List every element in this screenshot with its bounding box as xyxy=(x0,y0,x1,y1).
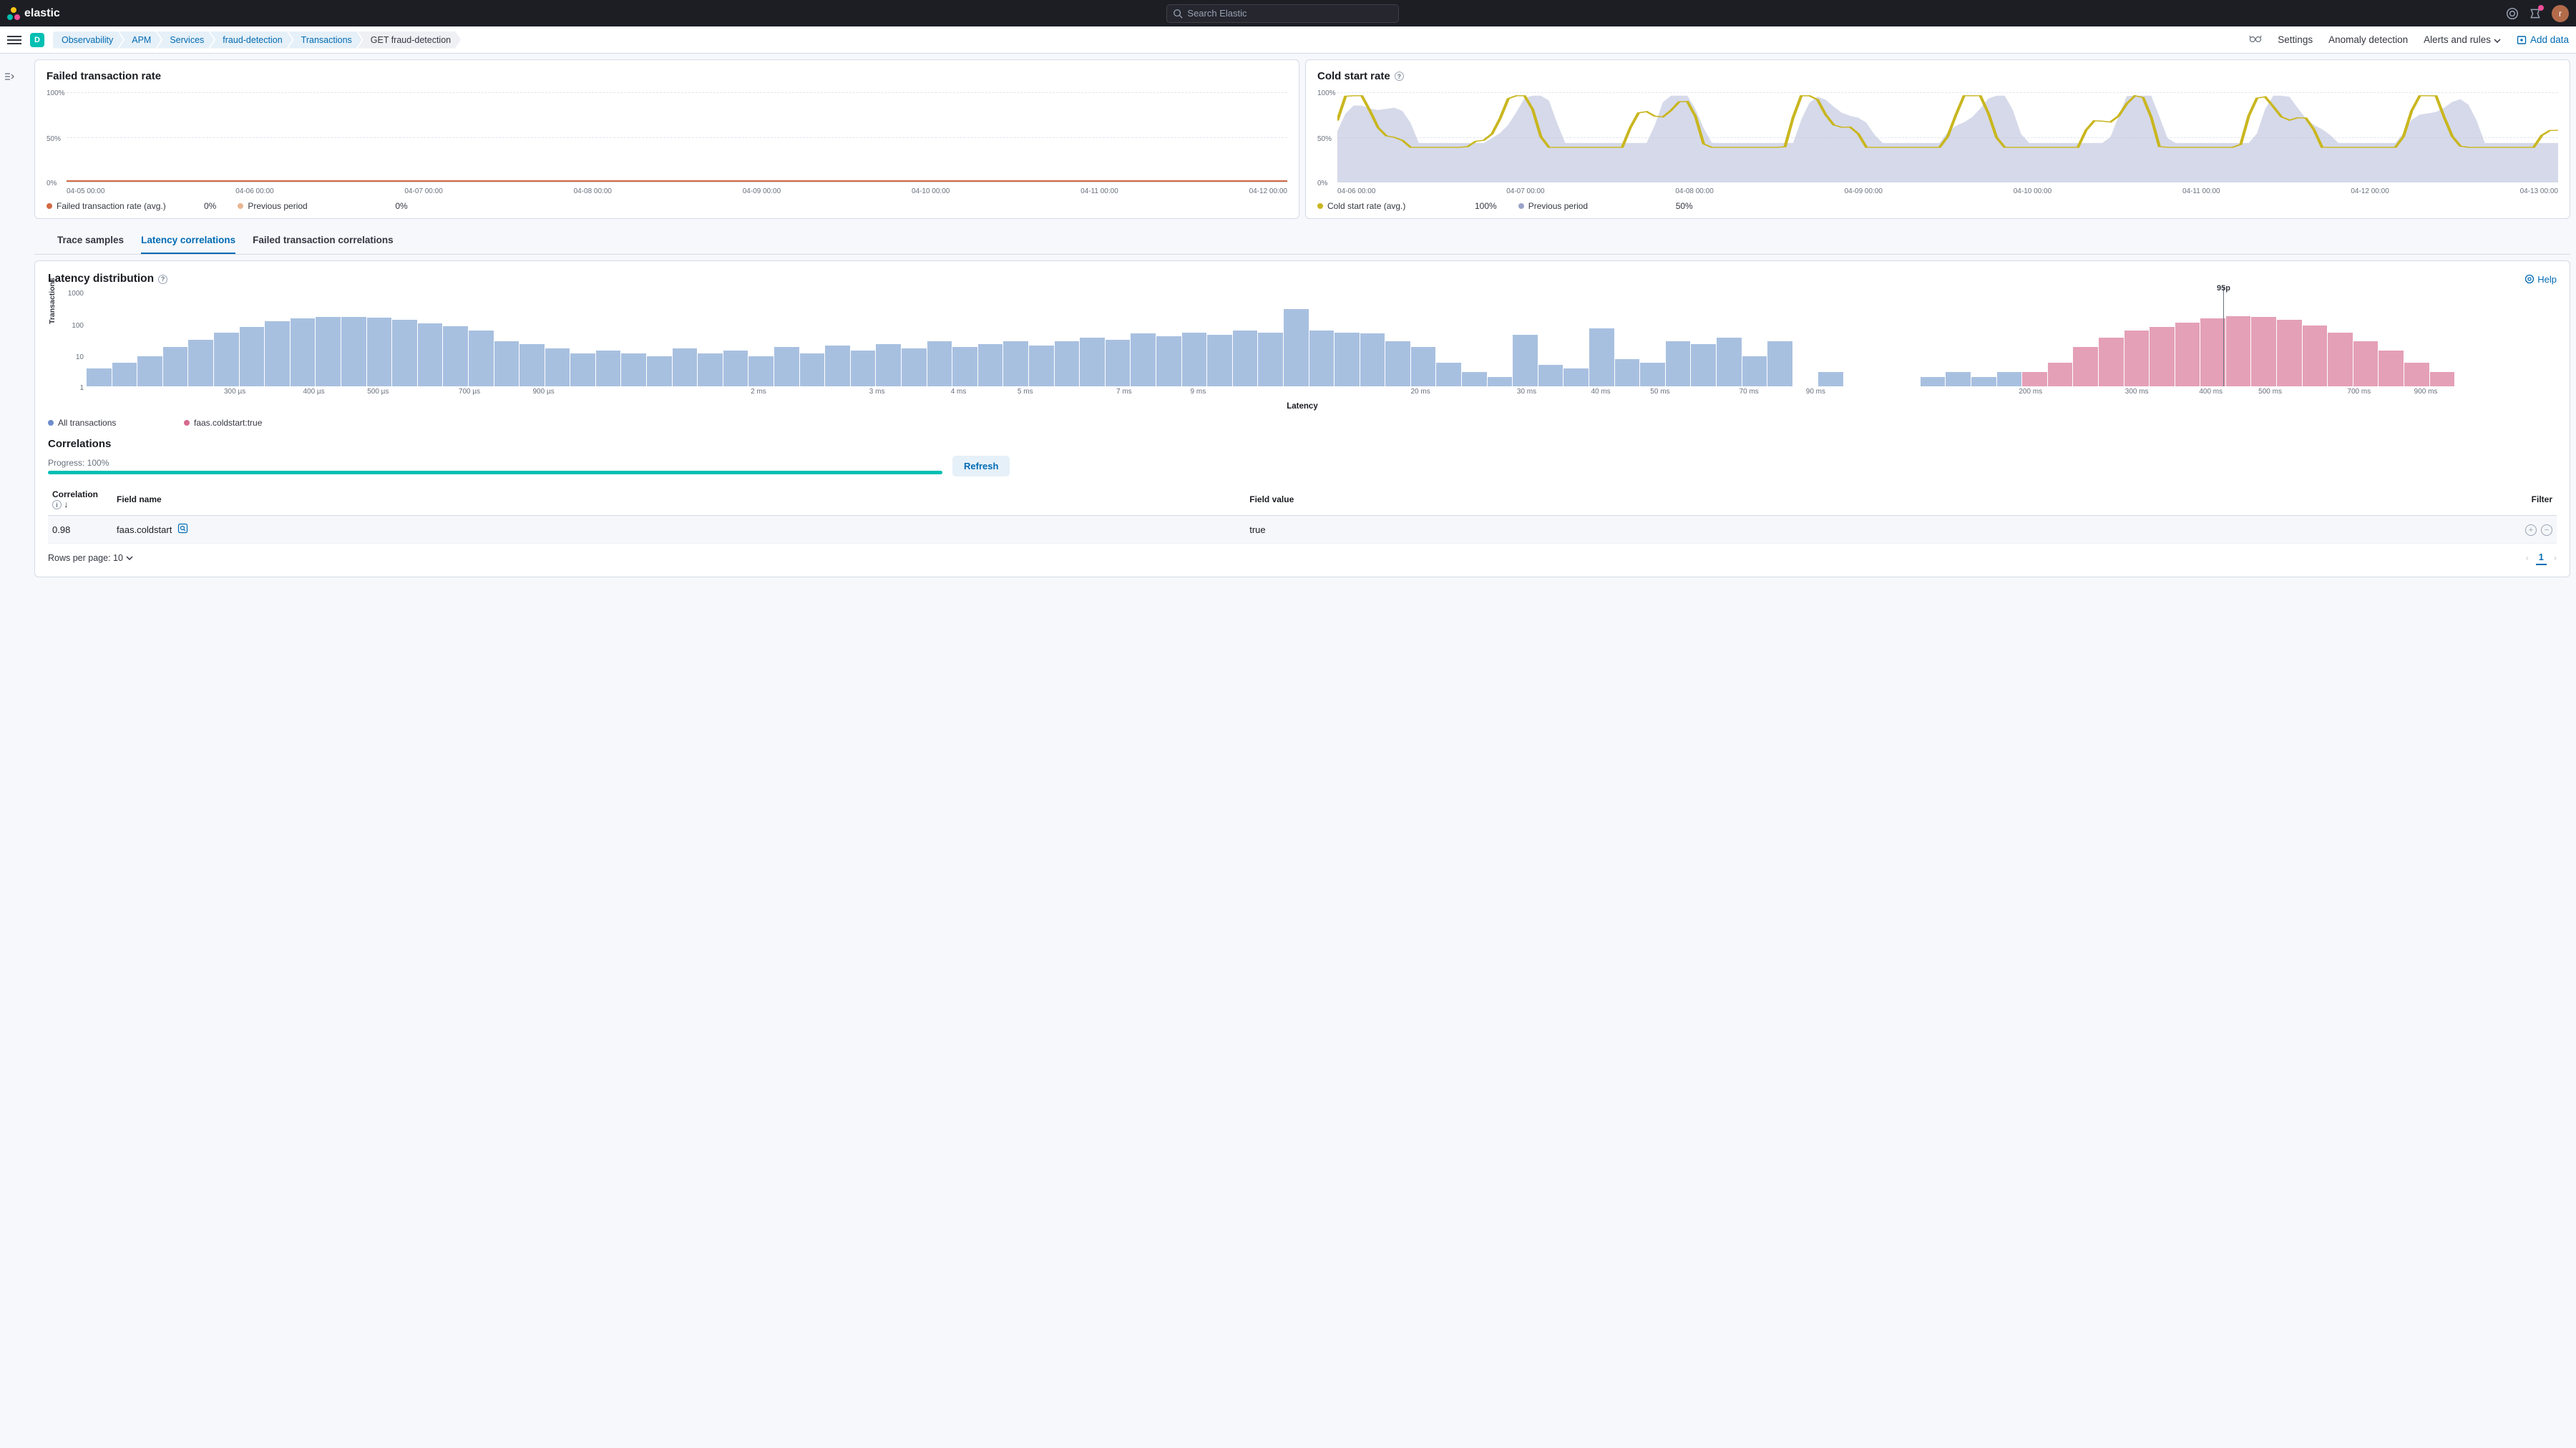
crumb-transactions[interactable]: Transactions xyxy=(288,31,362,49)
nav-toggle-icon[interactable] xyxy=(7,36,21,44)
correlation-tabs: Trace samples Latency correlations Faile… xyxy=(34,225,2570,255)
main-content: Failed transaction rate 100% 50% 0% 04-0… xyxy=(0,54,2576,592)
tab-trace-samples[interactable]: Trace samples xyxy=(57,235,124,254)
help-icon[interactable] xyxy=(2506,7,2519,20)
col-correlation[interactable]: Correlation i ↓ xyxy=(48,484,112,516)
rows-per-page[interactable]: Rows per page: 10 xyxy=(48,553,133,563)
anomaly-detection-link[interactable]: Anomaly detection xyxy=(2328,34,2408,45)
chevron-down-icon xyxy=(126,556,133,560)
add-data-icon xyxy=(2517,35,2527,45)
glasses-icon[interactable] xyxy=(2249,34,2262,45)
crumb-transaction-name: GET fraud-detection xyxy=(358,31,461,49)
search-icon xyxy=(1173,9,1183,19)
global-header: elastic Search Elastic r xyxy=(0,0,2576,26)
brand-text: elastic xyxy=(24,7,60,20)
app-header: D Observability APM Services fraud-detec… xyxy=(0,26,2576,54)
chevron-down-icon xyxy=(2494,39,2501,43)
sort-down-icon: ↓ xyxy=(64,499,68,509)
col-field-name[interactable]: Field name xyxy=(112,484,1245,516)
elastic-logo[interactable]: elastic xyxy=(7,7,60,20)
col-filter: Filter xyxy=(1992,484,2557,516)
page-prev[interactable]: ‹ xyxy=(2526,553,2529,563)
cold-start-rate-panel: Cold start rate? 100% 50% 0% 04-06 00:00… xyxy=(1305,59,2570,219)
pagination: ‹ 1 › xyxy=(2526,551,2557,565)
cold-start-chart[interactable]: 100% 50% 0% 04-06 00:0004-07 00:0004-08 … xyxy=(1317,88,2558,195)
filter-out-icon[interactable]: − xyxy=(2541,524,2552,536)
breadcrumb: Observability APM Services fraud-detecti… xyxy=(53,31,461,49)
tab-failed-correlations[interactable]: Failed transaction correlations xyxy=(253,235,394,254)
refresh-button[interactable]: Refresh xyxy=(952,456,1010,476)
info-icon[interactable]: ? xyxy=(158,275,167,284)
x-axis-label: Latency xyxy=(48,402,2557,411)
elastic-logo-icon xyxy=(7,7,20,20)
progress-label: Progress: 100% xyxy=(48,458,942,468)
info-icon[interactable]: i xyxy=(52,500,62,509)
crumb-observability[interactable]: Observability xyxy=(53,31,123,49)
add-data-link[interactable]: Add data xyxy=(2517,34,2569,45)
alerts-rules-link[interactable]: Alerts and rules xyxy=(2424,34,2501,45)
global-search[interactable]: Search Elastic xyxy=(1166,4,1399,23)
failed-transaction-rate-panel: Failed transaction rate 100% 50% 0% 04-0… xyxy=(34,59,1299,219)
page-next[interactable]: › xyxy=(2554,553,2557,563)
latency-title: Latency distribution? xyxy=(48,273,167,285)
sidebar-expand-icon[interactable] xyxy=(4,72,14,84)
col-field-value[interactable]: Field value xyxy=(1245,484,1991,516)
latency-correlations-panel: Latency distribution? Help Transactions … xyxy=(34,260,2570,577)
space-selector[interactable]: D xyxy=(30,33,44,47)
page-current[interactable]: 1 xyxy=(2536,551,2547,565)
correlations-title: Correlations xyxy=(48,438,2557,450)
tab-latency-correlations[interactable]: Latency correlations xyxy=(141,235,235,254)
search-placeholder: Search Elastic xyxy=(1187,8,1246,19)
crumb-service-name[interactable]: fraud-detection xyxy=(210,31,292,49)
correlations-table: Correlation i ↓ Field name Field value F… xyxy=(48,484,2557,544)
filter-in-icon[interactable]: + xyxy=(2525,524,2537,536)
lens-icon[interactable] xyxy=(177,523,188,536)
settings-link[interactable]: Settings xyxy=(2278,34,2313,45)
crumb-services[interactable]: Services xyxy=(157,31,214,49)
user-avatar[interactable]: r xyxy=(2552,5,2569,22)
info-icon[interactable]: ? xyxy=(1395,72,1404,81)
help-link[interactable]: Help xyxy=(2524,274,2557,285)
latency-histogram[interactable]: Transactions 1000 100 10 1 95p 300 µs400… xyxy=(48,290,2557,401)
crumb-apm[interactable]: APM xyxy=(119,31,161,49)
panel-title: Failed transaction rate xyxy=(47,70,1287,82)
panel-title: Cold start rate? xyxy=(1317,70,2558,82)
failed-rate-chart[interactable]: 100% 50% 0% 04-05 00:0004-06 00:0004-07 … xyxy=(47,88,1287,195)
progress-bar xyxy=(48,471,942,474)
table-row[interactable]: 0.98 faas.coldstart true +− xyxy=(48,516,2557,544)
newsfeed-icon[interactable] xyxy=(2529,7,2542,20)
